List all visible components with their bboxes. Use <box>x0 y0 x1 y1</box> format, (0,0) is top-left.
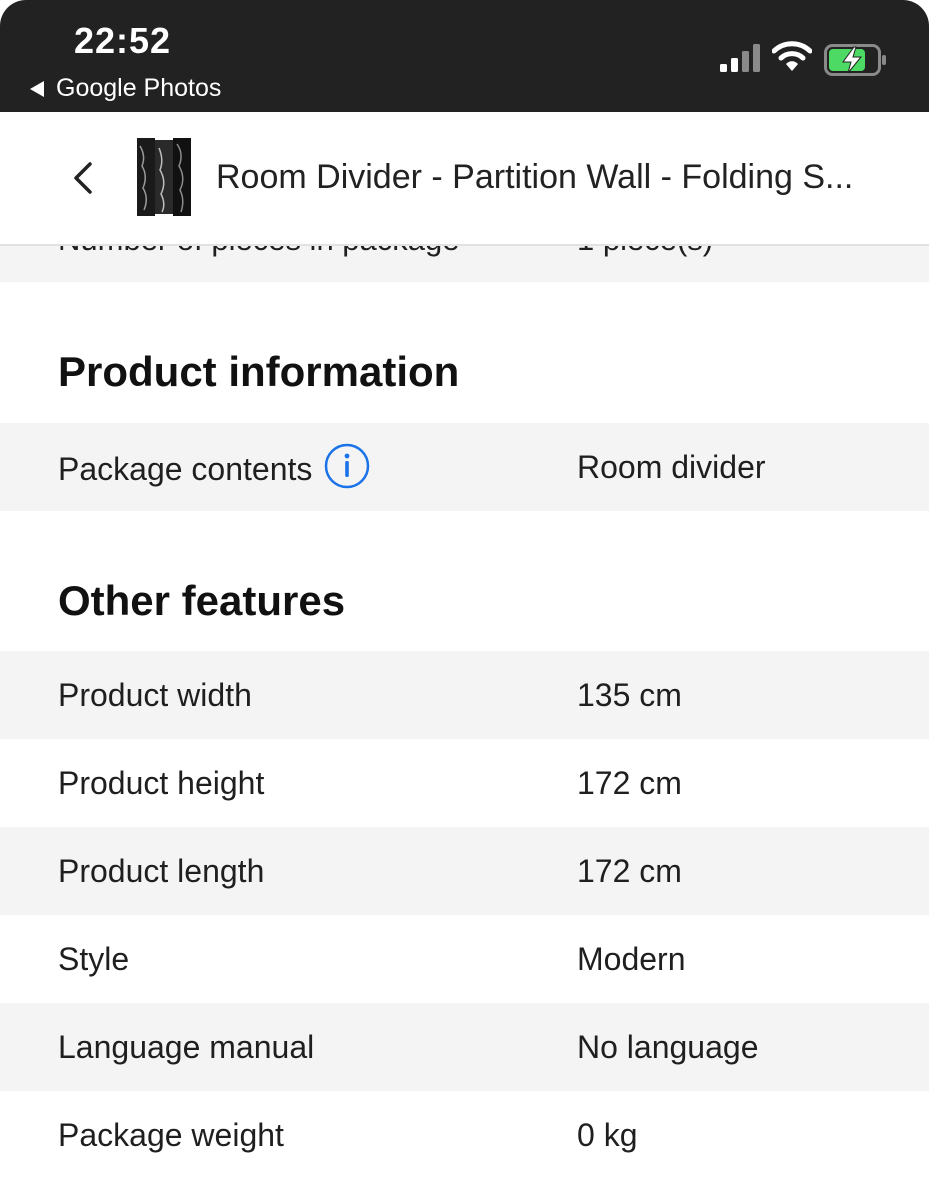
table-row: Language manual No language <box>0 1003 929 1091</box>
status-time: 22:52 <box>74 20 172 61</box>
table-row: Package contents Room divider <box>0 423 929 511</box>
product-thumbnail[interactable] <box>134 136 192 218</box>
row-value: No language <box>577 1029 759 1065</box>
row-value: Modern <box>577 941 686 977</box>
cellular-signal-icon <box>720 44 760 72</box>
table-row: Product width 135 cm <box>0 651 929 739</box>
back-to-app-label: Google Photos <box>56 74 222 102</box>
wifi-icon <box>772 41 812 71</box>
battery-charging-icon <box>824 44 886 76</box>
row-label: Product width <box>58 677 252 713</box>
row-value: 172 cm <box>577 853 682 889</box>
info-circle-icon[interactable] <box>324 443 370 489</box>
table-row: Package weight 0 kg <box>0 1091 929 1179</box>
status-bar: 22:52 Google Photos <box>0 0 929 112</box>
row-label: Language manual <box>58 1029 315 1065</box>
row-value: 172 cm <box>577 765 682 801</box>
row-label: Product length <box>58 853 265 889</box>
chevron-left-icon[interactable] <box>62 156 106 200</box>
table-row: Product length 172 cm <box>0 827 929 915</box>
back-to-app-link[interactable]: Google Photos <box>30 74 221 103</box>
table-row: Product height 172 cm <box>0 739 929 827</box>
row-value: 135 cm <box>577 677 682 713</box>
row-label: Style <box>58 941 130 977</box>
row-label-container: Package contents <box>58 443 370 489</box>
row-label: Product height <box>58 765 265 801</box>
section-title-other-features: Other features <box>58 577 346 624</box>
product-title: Room Divider - Partition Wall - Folding … <box>216 158 854 196</box>
row-label: Package contents <box>58 450 313 487</box>
row-label: Package weight <box>58 1117 284 1153</box>
back-triangle-icon <box>30 80 44 97</box>
section-title-product-information: Product information <box>58 348 460 395</box>
row-value: Room divider <box>577 449 766 485</box>
row-value: 0 kg <box>577 1117 638 1153</box>
table-row: Style Modern <box>0 915 929 1003</box>
product-header: Room Divider - Partition Wall - Folding … <box>0 112 929 246</box>
